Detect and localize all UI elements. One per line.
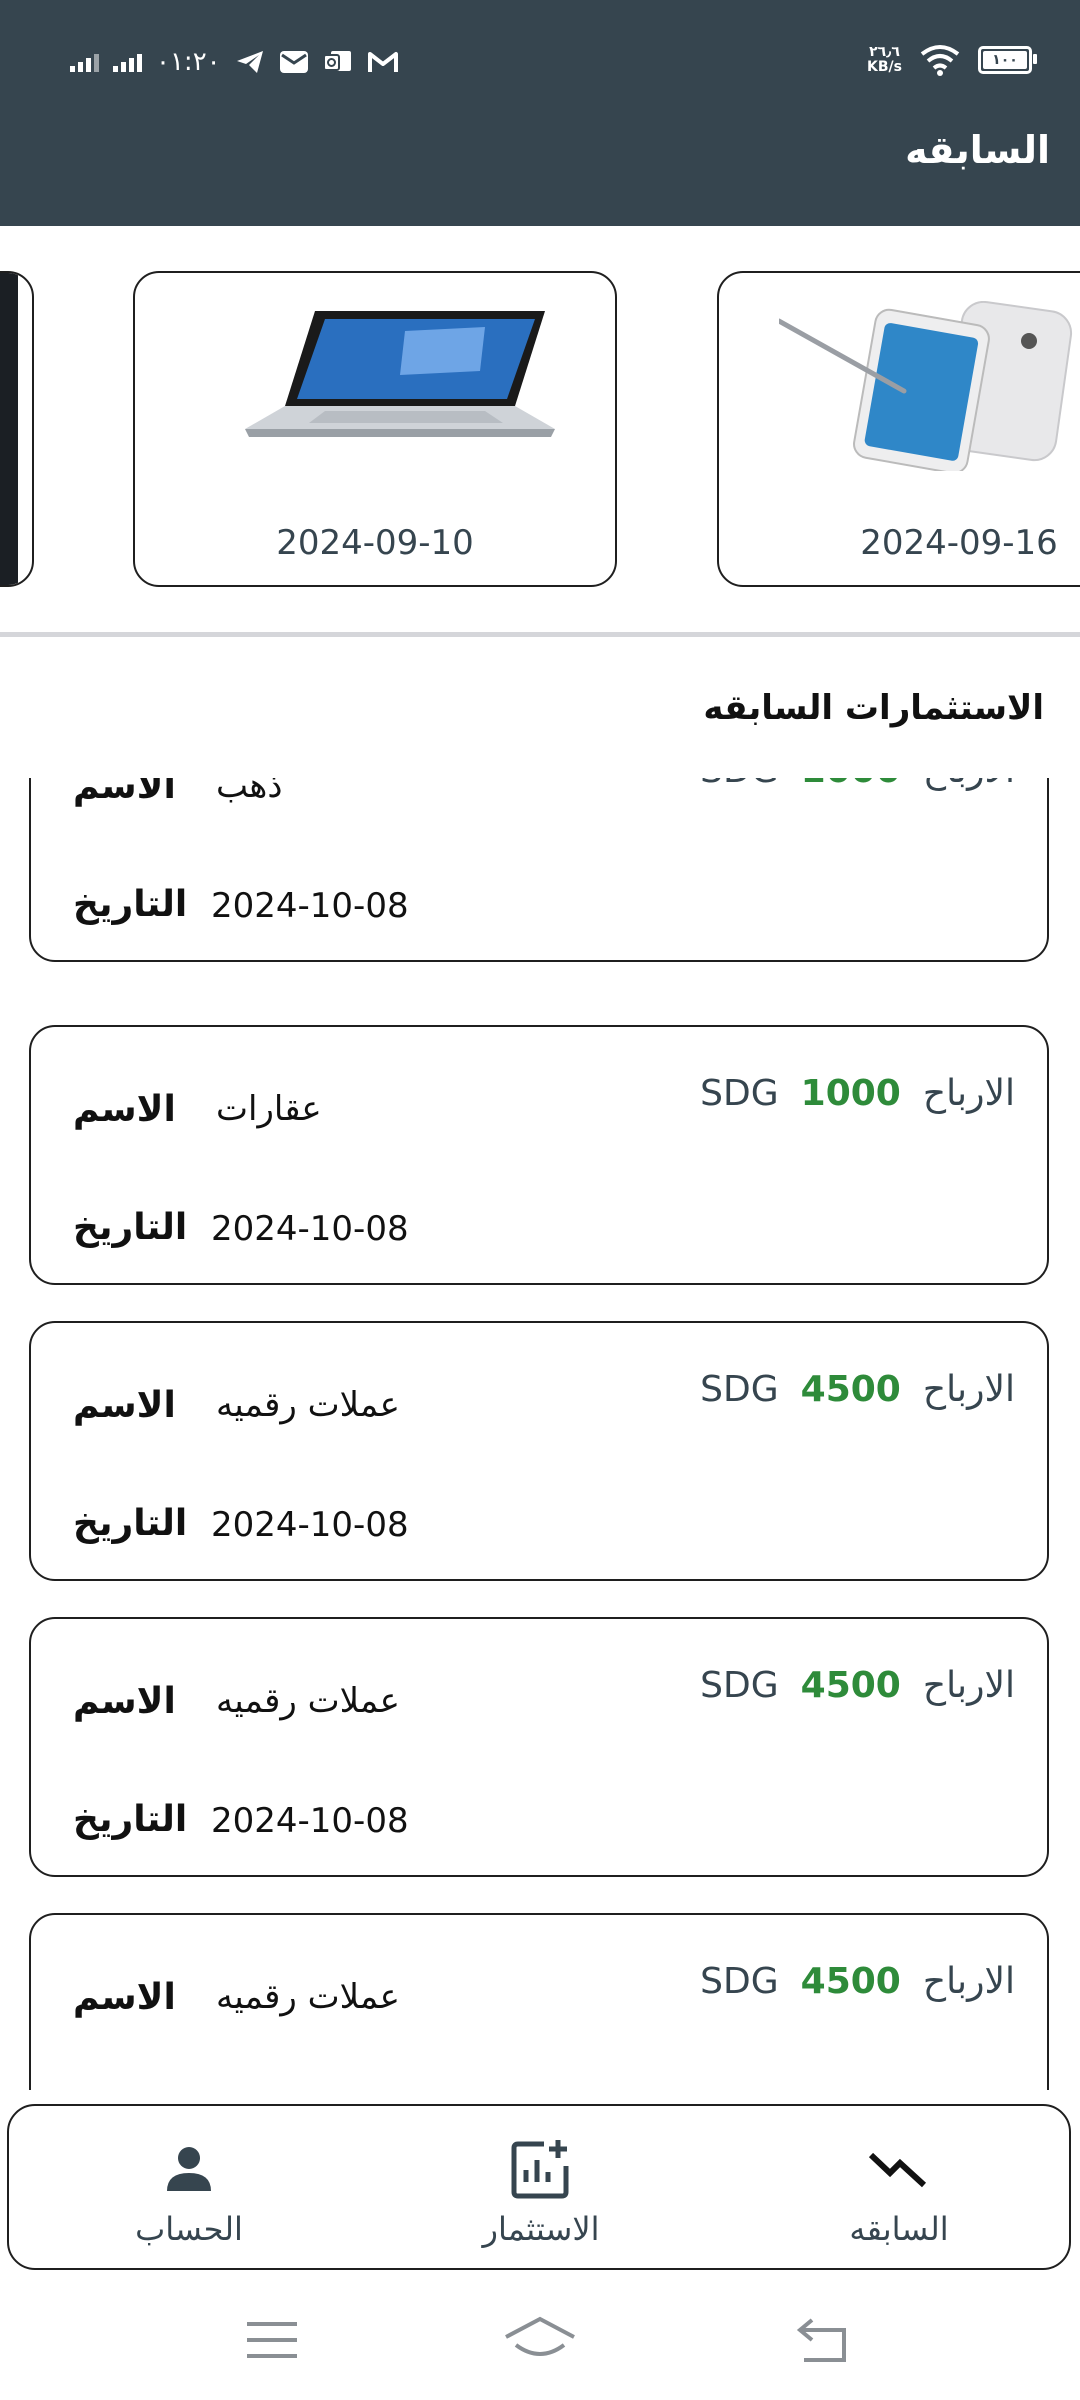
currency-label: SDG (700, 1073, 779, 1114)
name-label: الاسم (73, 1681, 176, 1722)
name-label: الاسم (73, 1089, 176, 1130)
carousel-date: 2024-09-16 (860, 523, 1058, 563)
gmail-icon (367, 52, 398, 72)
telegram-icon (236, 51, 263, 73)
investment-card[interactable]: SDG 4500 الارباح الاسم عملات رقميه التار… (29, 1321, 1049, 1581)
battery-icon: ١٠٠ (978, 46, 1037, 74)
person-icon (59, 2134, 319, 2204)
profit-label: الارباح (923, 778, 1015, 791)
name-label: الاسم (73, 1385, 176, 1426)
page-title: السابقه (905, 128, 1050, 172)
profit-amount: 1000 (800, 1073, 901, 1114)
product-carousel[interactable]: 2024-09-10 2024-09-16 (0, 226, 1080, 636)
profit-label: الارباح (922, 1073, 1015, 1114)
network-speed: ٢٦٫٦ KB/s (867, 45, 902, 75)
currency-label: SDG (700, 1665, 779, 1706)
profit-row: SDG 1000 الارباح (700, 1073, 1015, 1114)
investment-name: عملات رقميه (216, 1977, 400, 2017)
profit-row: SDG 4500 الارباح (700, 1961, 1015, 2002)
network-speed-unit: KB/s (867, 59, 902, 75)
signal-icon (70, 52, 99, 72)
mail-icon (279, 51, 308, 73)
status-time: ٠١:٢٠ (156, 47, 221, 77)
profit-label: الارباح (922, 1369, 1015, 1410)
outlook-icon (322, 51, 351, 71)
profit-amount: 1000 (801, 778, 901, 791)
tv-screen-image (0, 273, 18, 585)
home-icon[interactable] (500, 2305, 580, 2375)
carousel-card[interactable]: 2024-09-16 (717, 271, 1080, 587)
investment-name: عقارات (216, 1089, 322, 1129)
profit-label: الارباح (922, 1961, 1015, 2002)
app-bar: ٠١:٢٠ ٢٦٫٦ KB/s ١٠٠ السابقه (0, 0, 1080, 226)
nav-item-previous[interactable]: السابقه (769, 2106, 1029, 2272)
date-label: التاريخ (73, 1799, 188, 1840)
wifi-icon (920, 45, 960, 76)
profit-row: SDG 4500 الارباح (700, 1369, 1015, 1410)
profit-row: SDG 1000 الارباح (700, 778, 1015, 791)
section-divider (0, 632, 1080, 637)
nav-label-account: الحساب (135, 2210, 243, 2248)
investment-name: عملات رقميه (216, 1385, 400, 1425)
name-label: الاسم (73, 1977, 176, 2018)
name-label: الاسم (73, 778, 176, 807)
investment-card[interactable]: SDG 1000 الارباح الاسم عقارات التاريخ 20… (29, 1025, 1049, 1285)
date-label: التاريخ (73, 884, 188, 925)
investments-list[interactable]: SDG 1000 الارباح الاسم ذهب التاريخ 2024-… (0, 778, 1080, 2090)
currency-label: SDG (700, 778, 778, 791)
investment-card[interactable]: SDG 1000 الارباح الاسم ذهب التاريخ 2024-… (29, 778, 1049, 962)
smartphone-image (719, 291, 1080, 481)
investment-date: 2024-10-08 (211, 1209, 409, 1249)
currency-label: SDG (700, 1961, 779, 2002)
investment-date: 2024-10-08 (211, 886, 409, 926)
battery-level: ١٠٠ (992, 52, 1018, 68)
signal-icon-2 (113, 52, 142, 72)
investment-card[interactable]: SDG 4500 الارباح الاسم عملات رقميه التار… (29, 1617, 1049, 1877)
investment-name: ذهب (216, 778, 283, 806)
nav-label-invest: الاستثمار (482, 2210, 600, 2248)
status-right: ٢٦٫٦ KB/s ١٠٠ (867, 40, 1037, 80)
investment-date: 2024-10-08 (211, 1505, 409, 1545)
carousel-card[interactable]: 2024-09-10 (133, 271, 617, 587)
investment-name: عملات رقميه (216, 1681, 400, 1721)
laptop-image (135, 291, 615, 481)
back-icon[interactable] (782, 2305, 862, 2375)
trend-down-icon (769, 2134, 1029, 2204)
carousel-date: 2024-09-10 (276, 523, 474, 563)
currency-label: SDG (700, 1369, 779, 1410)
profit-amount: 4500 (800, 1961, 901, 2002)
profit-amount: 4500 (800, 1665, 901, 1706)
bottom-nav: الحساب الاستثمار السابقه (7, 2104, 1071, 2270)
investment-date: 2024-10-08 (211, 1801, 409, 1841)
chart-add-icon (411, 2134, 671, 2204)
carousel-card-partial[interactable] (0, 271, 34, 587)
profit-amount: 4500 (800, 1369, 901, 1410)
section-title: الاستثمارات السابقه (703, 688, 1044, 728)
nav-item-invest[interactable]: الاستثمار (411, 2106, 671, 2272)
date-label: التاريخ (73, 1207, 188, 1248)
nav-label-previous: السابقه (849, 2210, 949, 2248)
profit-label: الارباح (922, 1665, 1015, 1706)
menu-icon[interactable] (232, 2305, 312, 2375)
network-speed-value: ٢٦٫٦ (869, 44, 900, 60)
nav-item-account[interactable]: الحساب (59, 2106, 319, 2272)
status-bar: ٠١:٢٠ ٢٦٫٦ KB/s ١٠٠ (0, 0, 1080, 120)
system-nav-bar (0, 2280, 1080, 2400)
date-label: التاريخ (73, 1503, 188, 1544)
status-left: ٠١:٢٠ (70, 44, 399, 80)
profit-row: SDG 4500 الارباح (700, 1665, 1015, 1706)
investment-card[interactable]: SDG 4500 الارباح الاسم عملات رقميه (29, 1913, 1049, 2090)
